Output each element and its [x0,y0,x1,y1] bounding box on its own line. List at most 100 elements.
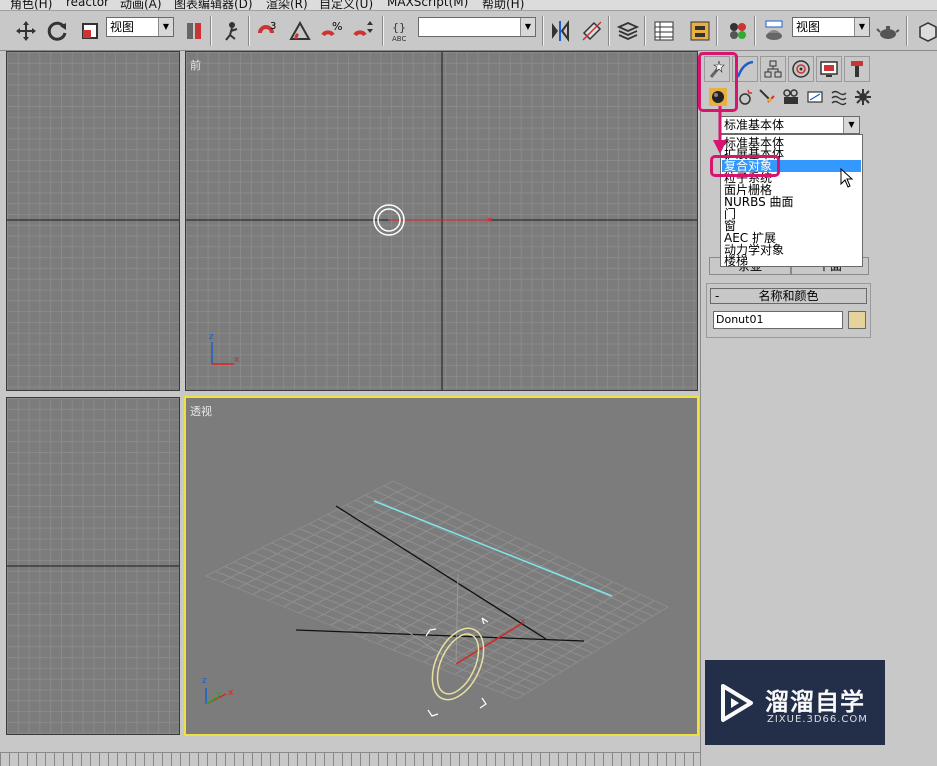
spacewarp-icon [831,90,847,106]
toolbar-separator [754,16,756,46]
name-color-rollout-header[interactable]: - 名称和颜色 [710,288,867,304]
toolbar-separator [542,16,544,46]
layer-manager-button[interactable] [614,18,642,44]
option-doors[interactable]: 门 [722,208,861,220]
render-scene-button[interactable] [760,18,788,44]
display-icon [820,61,838,77]
object-category-dropdown[interactable]: 标准基本体 ▼ [720,116,860,134]
mirror-icon [552,20,569,42]
rollout-collapse-icon: - [715,289,720,303]
pivot-icon [187,23,201,39]
angle-snap-button[interactable] [286,18,314,44]
object-color-swatch[interactable] [848,311,866,329]
menu-item-reactor[interactable]: reactor [66,0,109,9]
toolbar-separator [382,16,384,46]
menu-item-help[interactable]: 帮助(H) [482,0,524,10]
teapot-icon [876,26,900,39]
toolbar-separator [906,16,908,46]
manipulate-icon [225,22,238,41]
render-scene-icon [765,20,783,40]
helpers-icon [807,91,823,103]
curve-editor-icon [654,21,674,41]
quick-render-button[interactable] [874,18,902,44]
mirror-button[interactable] [546,18,574,44]
watermark-url: ZIXUE.3D66.COM [767,714,868,725]
snap-3d-icon: 3 [258,21,276,34]
menu-item-graph-editors[interactable]: 图表编辑器(D) [174,0,253,10]
manipulate-button[interactable] [218,18,246,44]
toolbar-separator [210,16,212,46]
dropdown-arrow-icon: ▼ [843,117,859,133]
combo-arrow-icon: ▼ [520,18,535,36]
menu-item-maxscript[interactable]: MAXScript(M) [387,0,468,9]
mouse-cursor-icon [840,168,854,188]
annotation-arrow-icon [713,106,727,154]
systems-category-button[interactable] [852,86,874,108]
curve-editor-button[interactable] [650,18,678,44]
named-selection-icon: {}ABC [392,21,406,43]
svg-text:3: 3 [270,21,276,32]
spinner-snap-button[interactable] [350,18,378,44]
svg-text:{}: {} [392,21,406,34]
rotate-icon [47,21,67,41]
motion-tab[interactable] [788,56,814,82]
percent-snap-icon: % [321,20,342,37]
material-editor-icon [730,23,746,39]
rotate-tool-button[interactable] [44,18,72,44]
menu-item-animation[interactable]: 动画(A) [120,0,162,10]
menu-item-0[interactable]: 角色(H) [10,0,52,10]
motion-icon [792,60,810,78]
svg-text:%: % [332,20,342,33]
toolbar-separator [608,16,610,46]
scale-icon [82,23,98,39]
option-nurbs-surfaces[interactable]: NURBS 曲面 [722,196,861,208]
schematic-icon [690,21,710,41]
more-tools-button[interactable] [914,18,937,44]
material-editor-button[interactable] [724,18,752,44]
scale-tool-button[interactable] [76,18,104,44]
rollout-title: 名称和颜色 [758,289,819,303]
move-icon [16,21,36,41]
align-icon [582,21,602,41]
main-toolbar: 视图 ▼ 3 % {} ABC ▼ 视图 ▼ [0,11,937,51]
object-name-field[interactable]: Donut01 [713,311,843,329]
object-category-list: 标准基本体 扩展基本体 复合对象 粒子系统 面片栅格 NURBS 曲面 门 窗 … [720,134,863,267]
cameras-category-button[interactable] [780,86,802,108]
time-slider-track[interactable] [0,752,700,766]
hierarchy-tab[interactable] [760,56,786,82]
utilities-hammer-icon [851,61,863,77]
combo-arrow-icon: ▼ [854,18,869,36]
reference-coord-value: 视图 [110,20,135,34]
lights-category-button[interactable] [756,86,778,108]
named-selection-combo[interactable]: ▼ [418,17,536,37]
toolbar-separator [644,16,646,46]
utilities-tab[interactable] [844,56,870,82]
percent-snap-button[interactable]: % [318,18,346,44]
toolbar-separator [248,16,250,46]
3dsmax-window: 角色(H) reactor 动画(A) 图表编辑器(D) 渲染(R) 自定义(U… [0,0,937,766]
menu-item-rendering[interactable]: 渲染(R) [266,0,308,10]
move-tool-button[interactable] [12,18,40,44]
toolbar-separator [716,16,718,46]
svg-text:ABC: ABC [392,35,406,43]
box-icon [919,22,937,42]
edit-named-selection-button[interactable]: {} ABC [388,18,416,44]
snaps-toggle-button[interactable]: 3 [254,18,282,44]
helpers-category-button[interactable] [804,86,826,108]
pivot-center-button[interactable] [180,18,208,44]
viewport-border [6,51,180,391]
menu-bar: 角色(H) reactor 动画(A) 图表编辑器(D) 渲染(R) 自定义(U… [0,0,937,11]
render-type-combo[interactable]: 视图 ▼ [792,17,870,37]
display-tab[interactable] [816,56,842,82]
align-button[interactable] [578,18,606,44]
systems-gear-icon [855,89,871,105]
active-viewport-frame [184,396,699,736]
spacewarps-category-button[interactable] [828,86,850,108]
spinner-snap-icon [353,21,373,37]
option-stairs[interactable]: 楼梯 [722,255,861,267]
play-logo-icon [721,684,753,722]
layers-icon [616,22,640,40]
menu-item-customize[interactable]: 自定义(U) [319,0,373,10]
schematic-view-button[interactable] [686,18,714,44]
reference-coord-combo[interactable]: 视图 ▼ [106,17,174,37]
